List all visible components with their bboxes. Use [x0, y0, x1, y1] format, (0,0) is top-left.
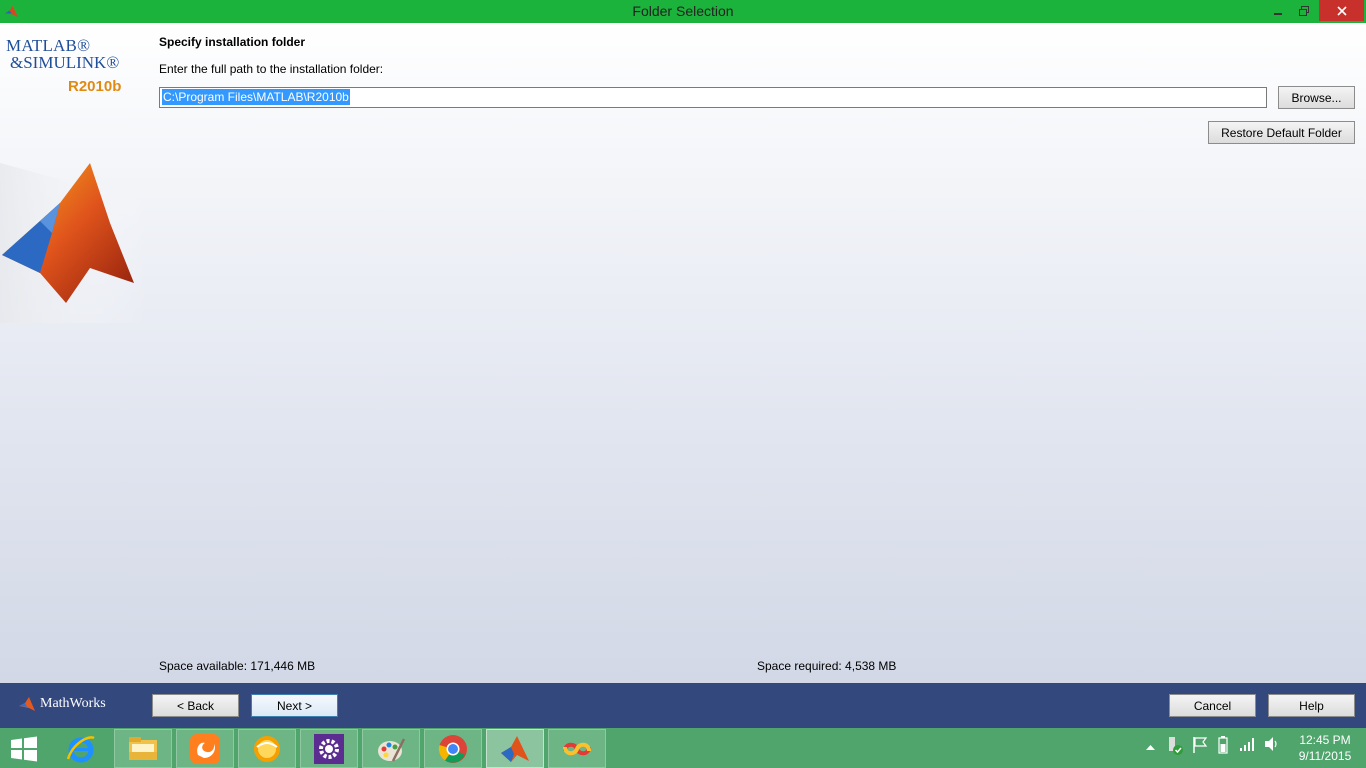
uc-browser-icon [190, 733, 220, 764]
clock-date: 9/11/2015 [1298, 749, 1352, 763]
membrane-logo-icon [0, 163, 148, 323]
back-button[interactable]: < Back [152, 694, 239, 717]
mathworks-icon [19, 697, 35, 711]
show-hidden-icons-icon[interactable] [1146, 744, 1155, 751]
wizard-nav-bar: MathWorks < Back Next > Cancel Help [0, 683, 1366, 728]
mathworks-label: MathWorks [40, 696, 106, 711]
space-available-label: Space available: 171,446 MB [159, 659, 316, 673]
taskbar-media-player[interactable] [238, 729, 296, 768]
instruction-label: Enter the full path to the installation … [159, 62, 384, 76]
media-player-icon [254, 735, 280, 762]
safely-remove-hardware-icon[interactable] [1166, 736, 1184, 756]
logo-simulink: &SIMULINK® [10, 53, 120, 72]
space-required-label: Space required: 4,538 MB [757, 659, 897, 673]
clock-time: 12:45 PM [1299, 733, 1351, 747]
taskbar-settings[interactable] [300, 729, 358, 768]
minimize-icon [1274, 12, 1282, 15]
settings-icon [314, 733, 344, 764]
battery-icon[interactable] [1215, 736, 1231, 754]
taskbar-paint[interactable] [362, 729, 420, 768]
restore-default-folder-button[interactable]: Restore Default Folder [1208, 121, 1355, 144]
page-heading: Specify installation folder [159, 35, 306, 49]
close-button[interactable] [1319, 0, 1364, 21]
branding-panel: MATLAB® &SIMULINK® R2010b [0, 23, 148, 323]
volume-icon[interactable] [1263, 736, 1281, 752]
taskbar-matlab[interactable] [486, 729, 544, 768]
minimize-button[interactable] [1265, 0, 1291, 21]
internet-explorer-icon [66, 735, 95, 762]
taskbar-file-explorer[interactable] [114, 729, 172, 768]
infinity-app-icon [563, 742, 591, 755]
matlab-icon [501, 735, 529, 762]
chrome-icon [438, 734, 467, 763]
logo-matlab: MATLAB® [6, 36, 91, 55]
help-button[interactable]: Help [1268, 694, 1355, 717]
taskbar-internet-explorer[interactable] [52, 729, 110, 768]
taskbar: 12:45 PM 9/11/2015 [0, 728, 1366, 768]
action-center-flag-icon[interactable] [1192, 736, 1208, 754]
restore-button[interactable] [1291, 0, 1317, 21]
close-icon [1336, 5, 1347, 16]
mathworks-logo: MathWorks [18, 696, 106, 712]
installer-content: MATLAB® &SIMULINK® R2010b Specify instal… [0, 23, 1366, 683]
next-button[interactable]: Next > [251, 694, 338, 717]
title-bar: Folder Selection [0, 0, 1366, 23]
window-title: Folder Selection [632, 3, 734, 19]
taskbar-infinity-app[interactable] [548, 729, 606, 768]
file-explorer-icon [129, 736, 157, 760]
taskbar-chrome[interactable] [424, 729, 482, 768]
install-folder-value: C:\Program Files\MATLAB\R2010b [162, 89, 350, 105]
network-signal-icon[interactable] [1239, 736, 1257, 752]
browse-button[interactable]: Browse... [1278, 86, 1355, 109]
install-folder-input[interactable]: C:\Program Files\MATLAB\R2010b [159, 87, 1267, 108]
release-label: R2010b [68, 78, 122, 95]
paint-icon [378, 737, 406, 762]
restore-icon [1299, 5, 1309, 16]
taskbar-uc-browser[interactable] [176, 729, 234, 768]
cancel-button[interactable]: Cancel [1169, 694, 1256, 717]
system-clock[interactable]: 12:45 PM 9/11/2015 [1290, 732, 1360, 764]
start-icon[interactable] [10, 736, 38, 762]
